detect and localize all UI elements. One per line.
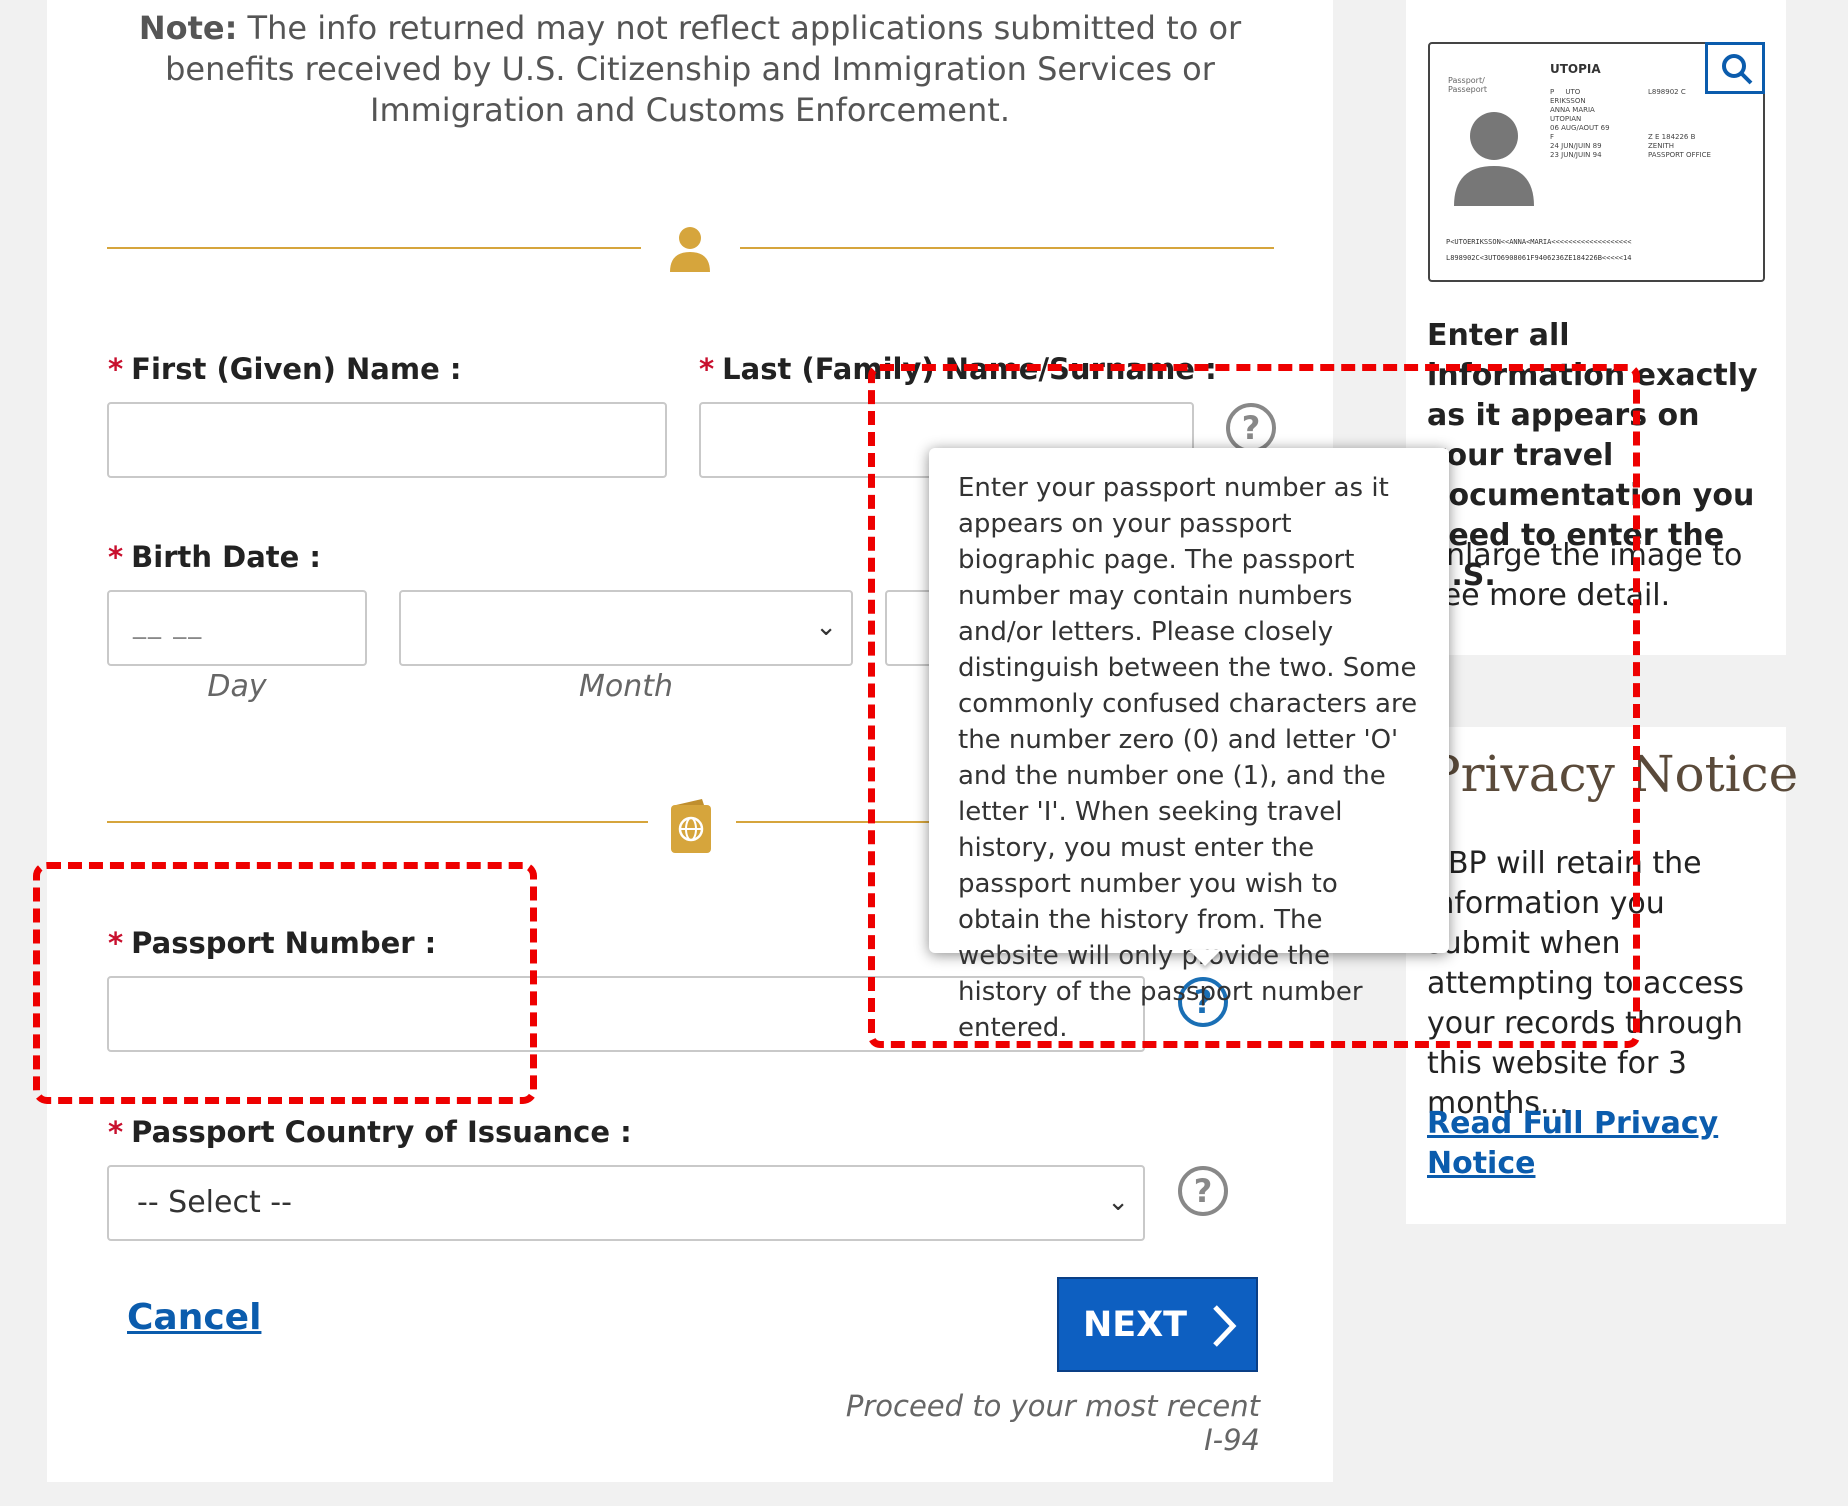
day-placeholder: __ __ — [133, 610, 204, 640]
enlarge-image-button[interactable] — [1705, 42, 1765, 94]
country-select[interactable]: -- Select -- ⌄ — [107, 1165, 1145, 1241]
passport-help-tooltip: Enter your passport number as it appears… — [929, 448, 1449, 1043]
tooltip-arrow — [1189, 950, 1221, 966]
cancel-link[interactable]: Cancel — [127, 1297, 261, 1338]
chevron-right-icon — [1213, 1305, 1237, 1347]
disclaimer-note: Note: The info returned may not reflect … — [120, 8, 1260, 131]
annotation-highlight-passport-field — [33, 862, 537, 1104]
section-divider-left — [107, 247, 641, 249]
person-silhouette-icon — [1454, 112, 1534, 206]
section-divider-right — [740, 247, 1274, 249]
section-divider-left-2 — [107, 821, 648, 823]
note-bold: Note: — [138, 9, 238, 47]
next-button[interactable]: NEXT — [1057, 1277, 1258, 1372]
birth-day-input[interactable]: __ __ — [107, 590, 367, 666]
search-icon — [1722, 54, 1753, 85]
country-help-icon[interactable]: ? — [1178, 1166, 1228, 1216]
chevron-down-icon: ⌄ — [1107, 1187, 1129, 1217]
chevron-down-icon: ⌄ — [815, 612, 837, 642]
person-icon — [668, 226, 712, 274]
read-privacy-notice-link[interactable]: Read Full Privacy Notice — [1427, 1104, 1727, 1184]
birth-month-select[interactable]: ⌄ — [399, 590, 853, 666]
next-button-label: NEXT — [1083, 1305, 1188, 1345]
note-text: The info returned may not reflect applic… — [165, 9, 1242, 129]
country-label: * Passport Country of Issuance : — [108, 1115, 632, 1149]
first-name-label: * First (Given) Name : — [108, 352, 462, 386]
birth-date-label: * Birth Date : — [108, 540, 321, 574]
passport-icon — [670, 799, 712, 855]
first-name-input[interactable] — [107, 402, 667, 478]
month-sublabel: Month — [578, 669, 674, 704]
day-sublabel: Day — [207, 669, 267, 704]
country-selected-value: -- Select -- — [137, 1185, 292, 1220]
proceed-hint: Proceed to your most recent I-94 — [845, 1389, 1260, 1457]
